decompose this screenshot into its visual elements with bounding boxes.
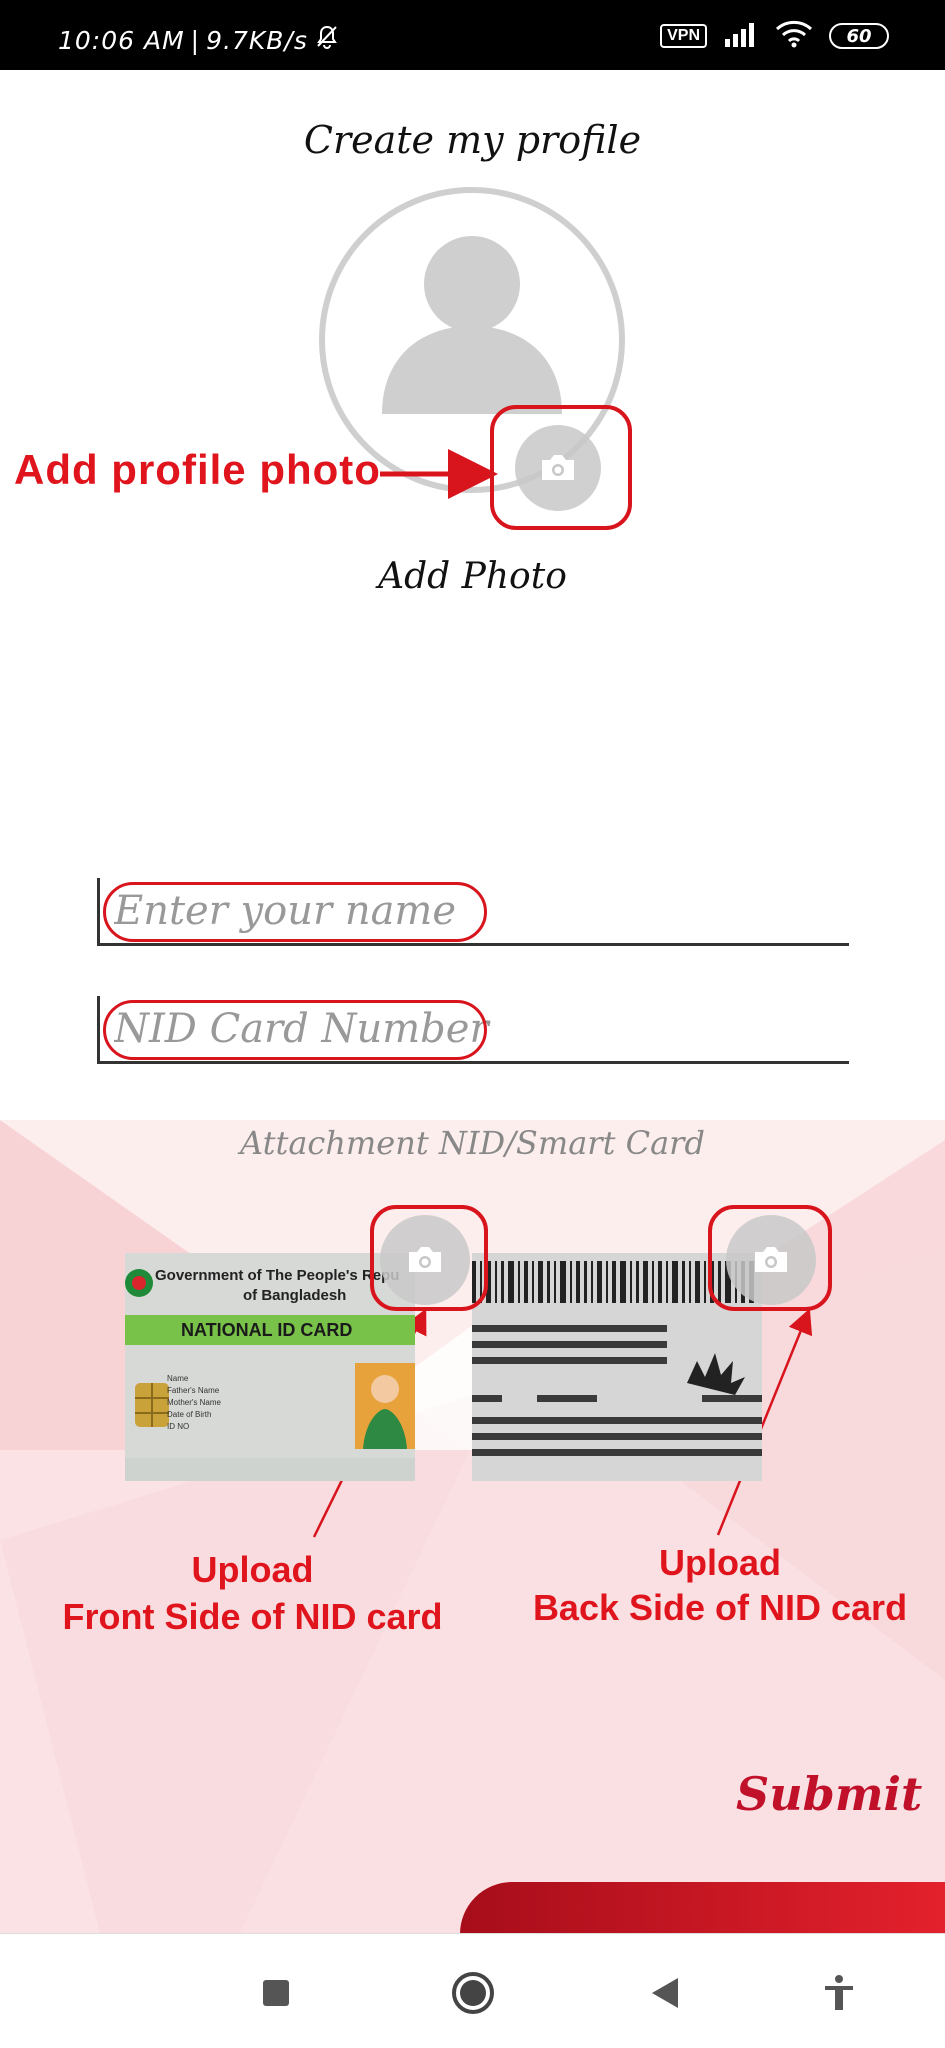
annotation-upload-back: Upload Back Side of NID card [520, 1540, 920, 1630]
network-speed: 9.7KB/s [206, 25, 308, 55]
annotation-back-line-2: Back Side of NID card [532, 1587, 908, 1628]
status-separator: | [190, 25, 201, 55]
wifi-icon [775, 20, 813, 52]
annotation-add-profile-photo: Add profile photo [14, 446, 381, 493]
nid-back-camera-highlight [708, 1205, 832, 1311]
nid-front-field: Date of Birth [167, 1410, 212, 1419]
nid-front-field: Name [167, 1374, 189, 1383]
annotation-front-line-2: Front Side of NID card [62, 1596, 443, 1637]
battery-level: 60 [846, 25, 872, 47]
vpn-badge: VPN [660, 24, 707, 48]
nid-field [97, 996, 849, 1064]
nid-front-camera-highlight [370, 1205, 488, 1311]
square-recents-icon [263, 1980, 289, 2006]
nid-front-fields: Name Father's Name Mother's Name Date of… [167, 1373, 221, 1433]
system-nav-bar [0, 1933, 945, 2048]
triangle-back-icon [652, 1978, 678, 2008]
home-button[interactable] [448, 1968, 498, 2018]
battery-icon: 60 [829, 23, 889, 49]
nid-front-field: Mother's Name [167, 1398, 221, 1407]
nid-front-band-text: NATIONAL ID CARD [181, 1320, 353, 1340]
attachment-label: Attachment NID/Smart Card [240, 1124, 705, 1162]
submit-accent-bar [460, 1882, 945, 1934]
nid-front-field: Father's Name [167, 1386, 220, 1395]
accessibility-icon [825, 1975, 853, 2010]
circle-home-icon [452, 1972, 494, 2014]
nid-front-header-1: Government of The People's Repu [155, 1267, 400, 1284]
bell-muted-icon [314, 24, 340, 56]
nid-number-input[interactable] [114, 1004, 814, 1054]
accessibility-button[interactable] [814, 1968, 864, 2018]
back-button[interactable] [640, 1968, 690, 2018]
status-right: VPN 60 [660, 20, 889, 52]
annotation-back-line-1: Upload [659, 1542, 781, 1583]
page-title: Create my profile [303, 118, 642, 162]
status-time: 10:06 AM [58, 25, 185, 55]
recents-button[interactable] [251, 1968, 301, 2018]
nid-front-header-2: of Bangladesh [243, 1287, 347, 1304]
name-field [97, 878, 849, 946]
profile-camera-highlight [490, 405, 632, 530]
annotation-front-line-1: Upload [191, 1549, 314, 1590]
status-left: 10:06 AM | 9.7KB/s [58, 24, 340, 56]
add-photo-label: Add Photo [378, 556, 567, 597]
name-input[interactable] [114, 886, 814, 936]
annotation-upload-front: Upload Front Side of NID card [30, 1546, 475, 1640]
status-bar: 10:06 AM | 9.7KB/s VPN 60 [0, 0, 945, 70]
nid-front-field: ID NO [167, 1422, 190, 1431]
submit-button[interactable]: Submit [736, 1767, 922, 1821]
signal-icon [723, 21, 759, 51]
